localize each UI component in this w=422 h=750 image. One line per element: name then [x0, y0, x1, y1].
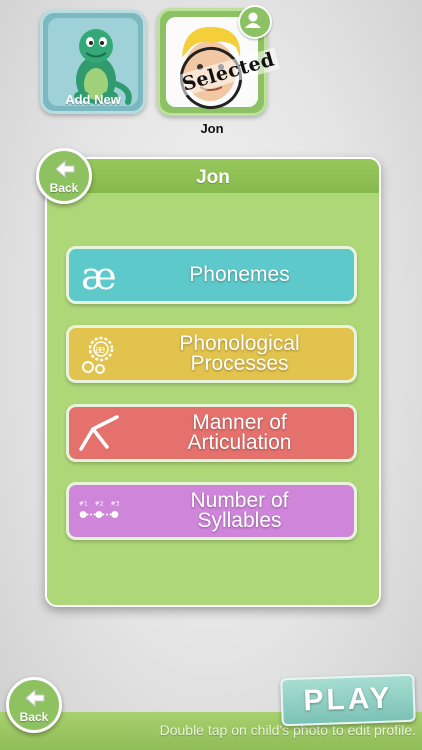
play-label: PLAY — [302, 681, 394, 718]
panel-back-label: Back — [49, 181, 79, 195]
svg-text:æ: æ — [95, 343, 105, 356]
syllables-icon: #1 #2 #3 — [79, 501, 120, 519]
footer-back-label: Back — [19, 710, 49, 724]
svg-text:#1: #1 — [79, 501, 88, 508]
gears-icon: æ — [82, 336, 114, 374]
user-icon[interactable] — [238, 5, 272, 39]
profile-name-jon: Jon — [200, 121, 224, 136]
number-of-syllables-button[interactable]: #1 #2 #3 Number of Syllables — [66, 482, 357, 540]
svg-text:#2: #2 — [95, 501, 104, 508]
arrow-left-icon — [55, 159, 75, 179]
ae-ligature-icon: æ — [81, 255, 117, 295]
arrow-left-icon — [25, 688, 45, 708]
svg-text:æ: æ — [81, 255, 117, 295]
phonological-processes-label: Phonological Processes — [179, 332, 300, 375]
manner-of-articulation-label: Manner of Articulation — [187, 411, 292, 454]
svg-text:#3: #3 — [110, 501, 119, 508]
manner-of-articulation-button[interactable]: Manner of Articulation — [66, 404, 357, 462]
add-new-profile-tile[interactable]: Add New — [40, 10, 146, 114]
add-new-label: Add New — [65, 92, 121, 107]
number-of-syllables-label: Number of Syllables — [190, 489, 289, 532]
phonological-processes-button[interactable]: æ Phonological Processes — [66, 325, 357, 383]
articulation-icon — [79, 415, 119, 451]
footer-back-button[interactable]: Back — [6, 677, 62, 733]
edit-profile-hint: Double tap on child's photo to edit prof… — [159, 722, 416, 738]
phonemes-button[interactable]: æ Phonemes — [66, 246, 357, 304]
panel-title: Jon — [196, 167, 230, 188]
panel-back-button[interactable]: Back — [36, 148, 92, 204]
phonemes-label: Phonemes — [189, 263, 290, 286]
person-silhouette-icon — [245, 12, 261, 28]
play-button[interactable]: PLAY — [280, 673, 416, 727]
panel-header: Jon — [47, 159, 379, 193]
